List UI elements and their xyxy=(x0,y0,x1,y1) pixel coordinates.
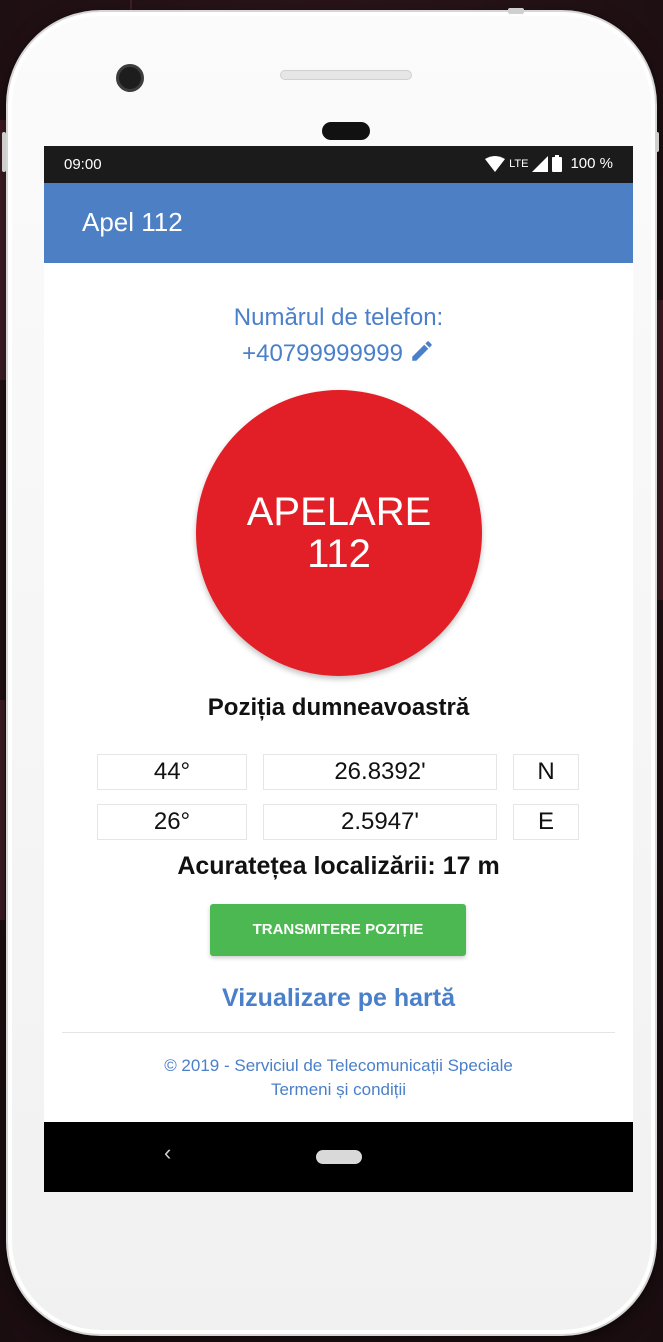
latitude-hemisphere: N xyxy=(513,754,579,790)
longitude-minutes: 2.5947' xyxy=(263,804,497,840)
position-title: Poziția dumneavoastră xyxy=(207,694,470,721)
status-icons: LTE 100 % xyxy=(485,155,613,172)
call-button-label-line1: APELARE xyxy=(246,490,432,534)
app-bar: Apel 112 xyxy=(44,183,633,263)
longitude-hemisphere: E xyxy=(513,804,579,840)
network-type: LTE xyxy=(509,157,529,170)
terms-link[interactable]: Termeni și condiții xyxy=(44,1080,633,1100)
app-screen: 09:00 LTE 100 % Apel 112 Numărul de tele… xyxy=(44,146,633,1192)
latitude-degrees: 44° xyxy=(97,754,247,790)
system-nav-bar: ‹ xyxy=(44,1122,633,1192)
call-button-label-line2: 112 xyxy=(307,532,371,576)
footer-divider xyxy=(62,1032,615,1033)
background-line xyxy=(130,0,132,10)
back-icon[interactable]: ‹ xyxy=(164,1140,171,1166)
emergency-call-button[interactable]: APELARE 112 xyxy=(196,390,482,676)
phone-number-value: +40799999999 xyxy=(242,340,403,367)
wifi-icon xyxy=(485,155,506,172)
home-pill-icon[interactable] xyxy=(316,1150,362,1164)
background-line xyxy=(657,300,663,600)
view-on-map-link[interactable]: Vizualizare pe hartă xyxy=(44,984,633,1013)
power-button xyxy=(2,132,6,172)
app-title: Apel 112 xyxy=(82,207,183,237)
copyright-link[interactable]: © 2019 - Serviciul de Telecomunicații Sp… xyxy=(44,1056,633,1076)
phone-number-label: Numărul de telefon: xyxy=(233,304,444,331)
battery-icon xyxy=(552,155,563,172)
volume-button xyxy=(655,132,659,152)
front-camera-icon xyxy=(116,64,144,92)
longitude-degrees: 26° xyxy=(97,804,247,840)
earpiece-speaker xyxy=(322,122,370,140)
send-position-button[interactable]: TRANSMITERE POZIȚIE xyxy=(210,904,466,956)
phone-number-row[interactable]: +40799999999 xyxy=(44,338,633,368)
background-line xyxy=(0,700,5,920)
latitude-minutes: 26.8392' xyxy=(263,754,497,790)
status-bar: 09:00 LTE 100 % xyxy=(44,146,633,183)
location-accuracy: Acuratețea localizării: 17 m xyxy=(177,852,500,880)
sensor-bar xyxy=(280,70,412,80)
status-time: 09:00 xyxy=(64,156,102,173)
battery-percent: 100 % xyxy=(570,155,613,172)
signal-icon xyxy=(532,155,549,172)
top-button xyxy=(508,8,524,14)
pencil-icon[interactable] xyxy=(409,338,435,364)
